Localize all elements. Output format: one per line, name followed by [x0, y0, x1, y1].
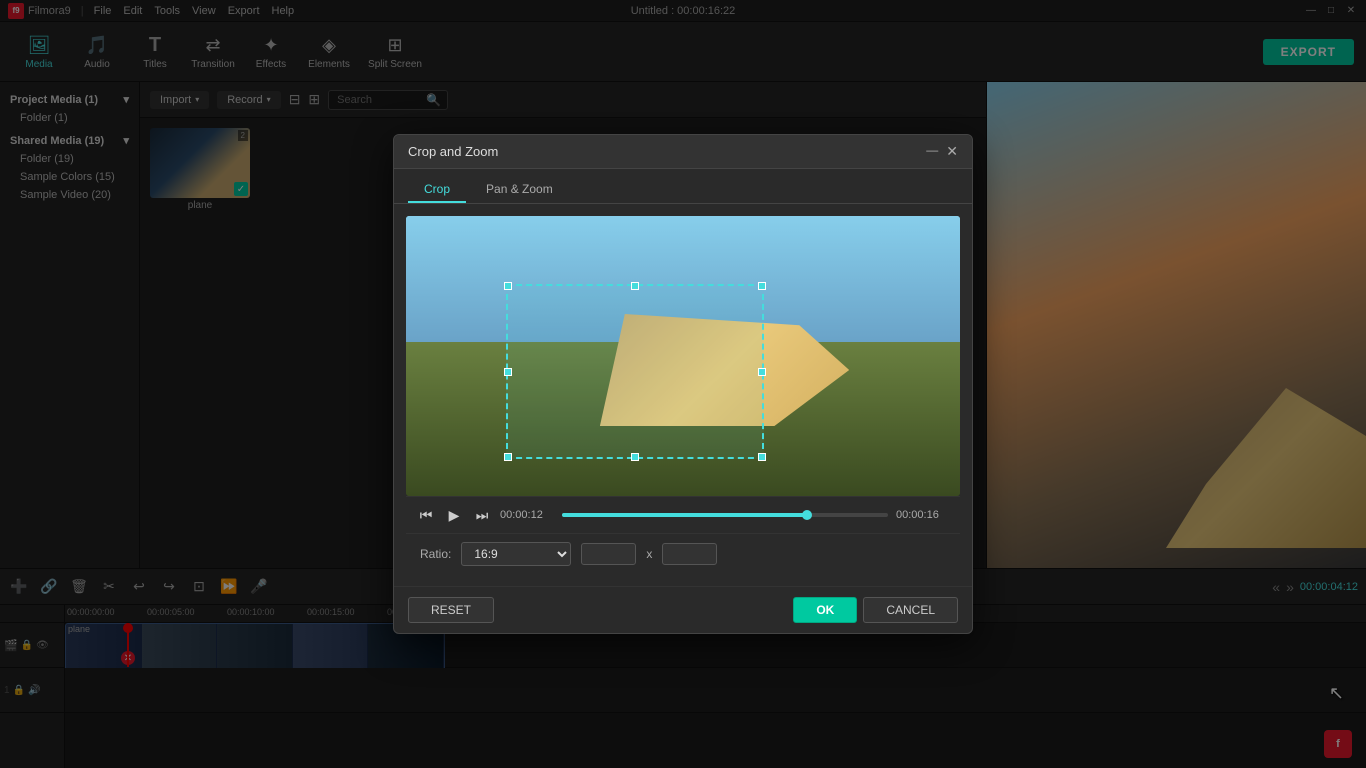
crop-handle-bottom-center[interactable] — [631, 453, 639, 461]
time-current: 00:00:12 — [500, 509, 554, 521]
crop-selection-box[interactable] — [506, 284, 764, 459]
progress-handle[interactable] — [802, 510, 812, 520]
ratio-row: Ratio: 16:9 4:3 1:1 9:16 Custom 1080 x 6… — [406, 533, 960, 574]
crop-handle-bottom-right[interactable] — [758, 453, 766, 461]
time-total: 00:00:16 — [896, 509, 950, 521]
step-back-button[interactable]: ⏮ — [416, 505, 436, 525]
crop-handle-top-left[interactable] — [504, 282, 512, 290]
progress-fill — [562, 513, 807, 517]
crop-handle-top-right[interactable] — [758, 282, 766, 290]
tab-crop[interactable]: Crop — [408, 177, 466, 203]
dialog-action-buttons: OK CANCEL — [793, 597, 958, 623]
step-fwd-button[interactable]: ⏭ — [472, 505, 492, 525]
crop-handle-bottom-left[interactable] — [504, 453, 512, 461]
dimension-separator: x — [646, 547, 652, 561]
reset-button[interactable]: RESET — [408, 597, 494, 623]
tab-pan-zoom[interactable]: Pan & Zoom — [470, 177, 569, 203]
height-input[interactable]: 607 — [662, 543, 717, 565]
dialog-tabs: Crop Pan & Zoom — [394, 169, 972, 204]
crop-preview-container — [406, 216, 960, 496]
play-button[interactable]: ▶ — [444, 505, 464, 525]
cancel-button[interactable]: CANCEL — [863, 597, 958, 623]
dialog-minimize-icon[interactable]: — — [926, 143, 938, 160]
crop-handle-middle-right[interactable] — [758, 368, 766, 376]
dialog-header: Crop and Zoom — ✕ — [394, 135, 972, 169]
dialog-footer: RESET OK CANCEL — [394, 586, 972, 633]
crop-zoom-dialog: Crop and Zoom — ✕ Crop Pan & Zoom — [393, 134, 973, 634]
crop-handle-top-center[interactable] — [631, 282, 639, 290]
ratio-label: Ratio: — [420, 547, 451, 561]
dialog-overlay: Crop and Zoom — ✕ Crop Pan & Zoom — [0, 0, 1366, 768]
progress-bar[interactable] — [562, 513, 888, 517]
ratio-select[interactable]: 16:9 4:3 1:1 9:16 Custom — [461, 542, 571, 566]
crop-handle-middle-left[interactable] — [504, 368, 512, 376]
playback-controls: ⏮ ▶ ⏭ 00:00:12 00:00:16 — [406, 496, 960, 533]
dialog-title: Crop and Zoom — [408, 144, 498, 159]
dialog-close-icon[interactable]: ✕ — [946, 143, 958, 160]
dialog-body: ⏮ ▶ ⏭ 00:00:12 00:00:16 Ratio: 16:9 4:3 … — [394, 204, 972, 586]
width-input[interactable]: 1080 — [581, 543, 636, 565]
ok-button[interactable]: OK — [793, 597, 857, 623]
dialog-header-controls: — ✕ — [926, 143, 958, 160]
